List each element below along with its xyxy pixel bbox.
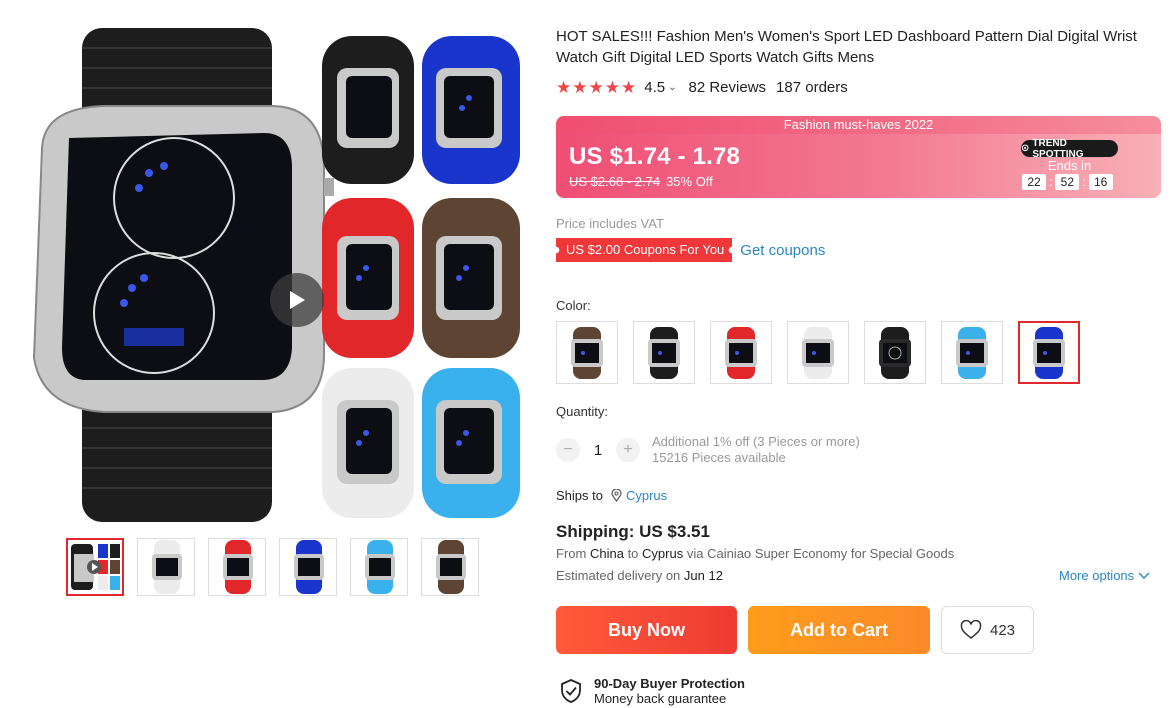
countdown-timer: 22: 52: 16: [1022, 174, 1113, 190]
wishlist-button[interactable]: 423: [941, 606, 1034, 654]
color-option-sky-blue[interactable]: [941, 321, 1003, 384]
ships-to-country[interactable]: Cyprus: [626, 488, 667, 503]
add-to-cart-button[interactable]: Add to Cart: [748, 606, 930, 654]
trend-label: TREND SPOTTING: [1032, 137, 1084, 160]
ships-to-row: Ships to Cyprus: [556, 488, 667, 503]
color-option-brown[interactable]: [556, 321, 618, 384]
from-country: China: [589, 546, 624, 561]
protection-title: 90-Day Buyer Protection: [594, 676, 745, 691]
chevron-down-icon[interactable]: ⌄: [668, 82, 676, 93]
pieces-available: 15216 Pieces available: [652, 450, 786, 465]
location-pin-icon: [611, 489, 622, 502]
rating-score[interactable]: 4.5: [644, 79, 665, 96]
color-option-red[interactable]: [710, 321, 772, 384]
thumbnail-6[interactable]: [421, 538, 479, 596]
ends-in-label: Ends in: [1047, 158, 1092, 173]
buy-now-button[interactable]: Buy Now: [556, 606, 737, 654]
thumbnail-5[interactable]: [350, 538, 408, 596]
current-price: US $1.74 - 1.78: [569, 143, 741, 170]
get-coupons-link[interactable]: Get coupons: [740, 242, 825, 259]
color-option-black[interactable]: [633, 321, 695, 384]
thumbnail-strip: [66, 538, 479, 596]
star-icon: ★: [556, 78, 572, 97]
heart-icon: [960, 620, 982, 639]
from-label: From: [556, 546, 587, 561]
protection-subtitle: Money back guarantee: [594, 691, 727, 706]
main-product-image[interactable]: [24, 28, 522, 522]
more-options-link[interactable]: More options: [1059, 568, 1150, 583]
estimated-delivery-date: Jun 12: [683, 568, 723, 583]
rating-stars: ★ ★ ★ ★ ★: [556, 79, 636, 96]
to-label: to: [627, 546, 639, 561]
quantity-value[interactable]: 1: [580, 442, 616, 459]
price-sub: US $2.68 - 2.74 35% Off: [569, 174, 713, 189]
product-title: HOT SALES!!! Fashion Men's Women's Sport…: [556, 28, 1137, 66]
price-box: Fashion must-haves 2022 US $1.74 - 1.78 …: [556, 116, 1161, 198]
to-country: Cyprus: [642, 546, 684, 561]
play-icon: [290, 291, 305, 309]
vat-note: Price includes VAT: [556, 216, 664, 231]
more-options-label: More options: [1059, 568, 1135, 583]
original-price: US $2.68 - 2.74: [569, 174, 661, 189]
color-option-blue[interactable]: [1018, 321, 1080, 384]
thumbnail-3[interactable]: [208, 538, 266, 596]
shipping-route: From China to Cyprus via Cainiao Super E…: [556, 546, 954, 561]
rating-row: ★ ★ ★ ★ ★ 4.5 ⌄ 82 Reviews 187 orders: [556, 79, 848, 96]
shipping-price: Shipping: US $3.51: [556, 522, 710, 541]
coupon-row: US $2.00 Coupons For You Get coupons: [556, 238, 825, 262]
discount-percent: 35% Off: [666, 174, 713, 189]
trend-icon: ⊙: [1021, 143, 1030, 154]
timer-seconds: 16: [1088, 174, 1113, 190]
thumbnail-1[interactable]: [66, 538, 124, 596]
wishlist-count: 423: [989, 621, 1016, 639]
buyer-protection: 90-Day Buyer Protection Money back guara…: [560, 676, 745, 706]
trend-spotting-badge: ⊙ TREND SPOTTING: [1021, 137, 1118, 160]
color-options: [556, 321, 1080, 384]
timer-minutes: 52: [1055, 174, 1080, 190]
promo-banner: Fashion must-haves 2022: [556, 116, 1161, 134]
quantity-plus-button[interactable]: +: [616, 438, 640, 462]
color-option-black-dial[interactable]: [864, 321, 926, 384]
ships-to-label: Ships to: [556, 488, 603, 503]
bulk-discount-note: Additional 1% off (3 Pieces or more): [652, 434, 860, 449]
play-video-button[interactable]: [270, 273, 324, 327]
quantity-note: Additional 1% off (3 Pieces or more) 152…: [652, 434, 860, 466]
quantity-minus-button[interactable]: −: [556, 438, 580, 462]
estimated-delivery: Estimated delivery on Jun 12: [556, 568, 723, 583]
thumbnail-4[interactable]: [279, 538, 337, 596]
shipping-method: via Cainiao Super Economy for Special Go…: [686, 546, 955, 561]
quantity-stepper: − 1 + Additional 1% off (3 Pieces or mor…: [556, 434, 860, 466]
quantity-label: Quantity:: [556, 404, 609, 419]
color-label: Color:: [556, 298, 591, 313]
thumbnail-2[interactable]: [137, 538, 195, 596]
estimated-delivery-label: Estimated delivery on: [556, 568, 681, 583]
chevron-down-icon: [1138, 572, 1150, 579]
coupon-badge[interactable]: US $2.00 Coupons For You: [556, 238, 732, 262]
reviews-link[interactable]: 82 Reviews: [689, 79, 767, 96]
star-icon: ★: [572, 78, 588, 97]
orders-count: 187 orders: [776, 79, 848, 96]
timer-hours: 22: [1022, 174, 1046, 190]
color-option-white[interactable]: [787, 321, 849, 384]
shield-check-icon: [561, 679, 581, 703]
star-icon: ★: [588, 78, 604, 97]
star-half-icon: ★: [621, 78, 637, 97]
star-icon: ★: [604, 78, 620, 97]
